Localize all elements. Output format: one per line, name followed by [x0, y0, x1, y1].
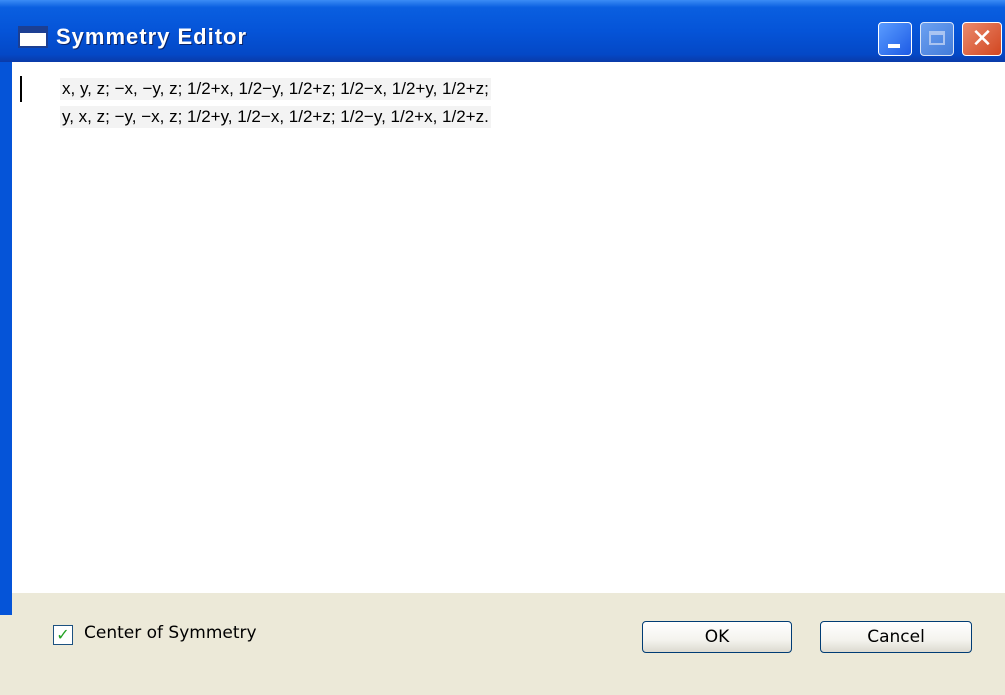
checkmark-icon: ✓: [56, 625, 70, 644]
symmetry-line-1: x, y, z; −x, −y, z; 1/2+x, 1/2−y, 1/2+z;…: [60, 78, 491, 100]
center-of-symmetry-label[interactable]: Center of Symmetry: [84, 623, 257, 643]
title-bar[interactable]: Symmetry Editor ✕: [0, 0, 1005, 62]
center-of-symmetry-checkbox[interactable]: ✓: [53, 625, 73, 645]
window-left-border: [0, 62, 12, 615]
minimize-icon: [888, 44, 900, 48]
minimize-button[interactable]: [878, 22, 912, 56]
window-title: Symmetry Editor: [56, 24, 248, 49]
symmetry-text-area[interactable]: x, y, z; −x, −y, z; 1/2+x, 1/2−y, 1/2+z;…: [12, 62, 1005, 593]
symmetry-line-2: y, x, z; −y, −x, z; 1/2+y, 1/2−x, 1/2+z;…: [60, 106, 491, 128]
close-button[interactable]: ✕: [962, 22, 1002, 56]
ok-button[interactable]: OK: [642, 621, 792, 653]
maximize-icon: [929, 31, 945, 45]
symmetry-editor-window: Symmetry Editor ✕ x, y, z; −x, −y, z; 1/…: [0, 0, 1005, 695]
button-panel: ✓ Center of Symmetry OK Cancel: [12, 593, 1005, 695]
close-icon: ✕: [971, 24, 993, 54]
window-icon[interactable]: [18, 26, 48, 48]
text-caret: [20, 76, 22, 102]
cancel-button[interactable]: Cancel: [820, 621, 972, 653]
maximize-button[interactable]: [920, 22, 954, 56]
